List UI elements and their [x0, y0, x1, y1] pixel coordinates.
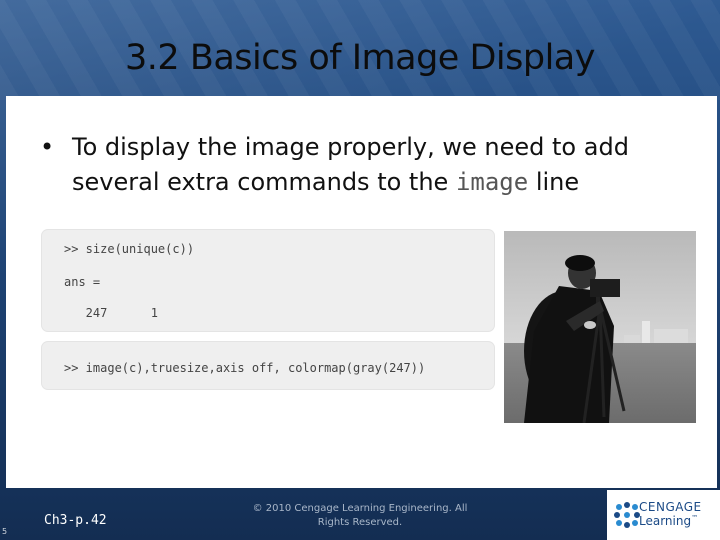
copyright-notice: © 2010 Cengage Learning Engineering. All…	[250, 502, 470, 530]
logo-mark-icon	[614, 502, 640, 528]
logo-word: CENGAGE	[639, 500, 702, 514]
bullet-icon: •	[40, 133, 55, 161]
logo-word: Learning™	[639, 514, 698, 528]
logo-word-learning: Learning	[639, 514, 692, 528]
bullet-text: To display the image properly, we need t…	[72, 130, 692, 200]
bullet-text-after: line	[528, 168, 580, 196]
cameraman-image-icon	[504, 231, 696, 424]
logo-trademark: ™	[691, 514, 699, 522]
code-line: ans =	[64, 275, 101, 289]
copyright-line: Rights Reserved.	[317, 517, 403, 528]
code-box-image: >> image(c),truesize,axis off, colormap(…	[42, 342, 494, 389]
page-number: 5	[2, 527, 8, 536]
chapter-reference: Ch3-p.42	[44, 513, 107, 528]
cengage-logo: CENGAGE Learning™	[607, 490, 720, 540]
code-line: >> size(unique(c))	[64, 242, 195, 256]
code-box-size: >> size(unique(c)) ans = 247 1	[42, 230, 494, 331]
code-line: >> image(c),truesize,axis off, colormap(…	[64, 361, 426, 375]
cameraman-photo	[504, 231, 696, 424]
bullet-code-word: image	[455, 168, 529, 196]
slide-title: 3.2 Basics of Image Display	[125, 38, 595, 78]
copyright-line: © 2010 Cengage Learning Engineering. All	[252, 503, 468, 514]
code-line: 247 1	[64, 306, 158, 320]
